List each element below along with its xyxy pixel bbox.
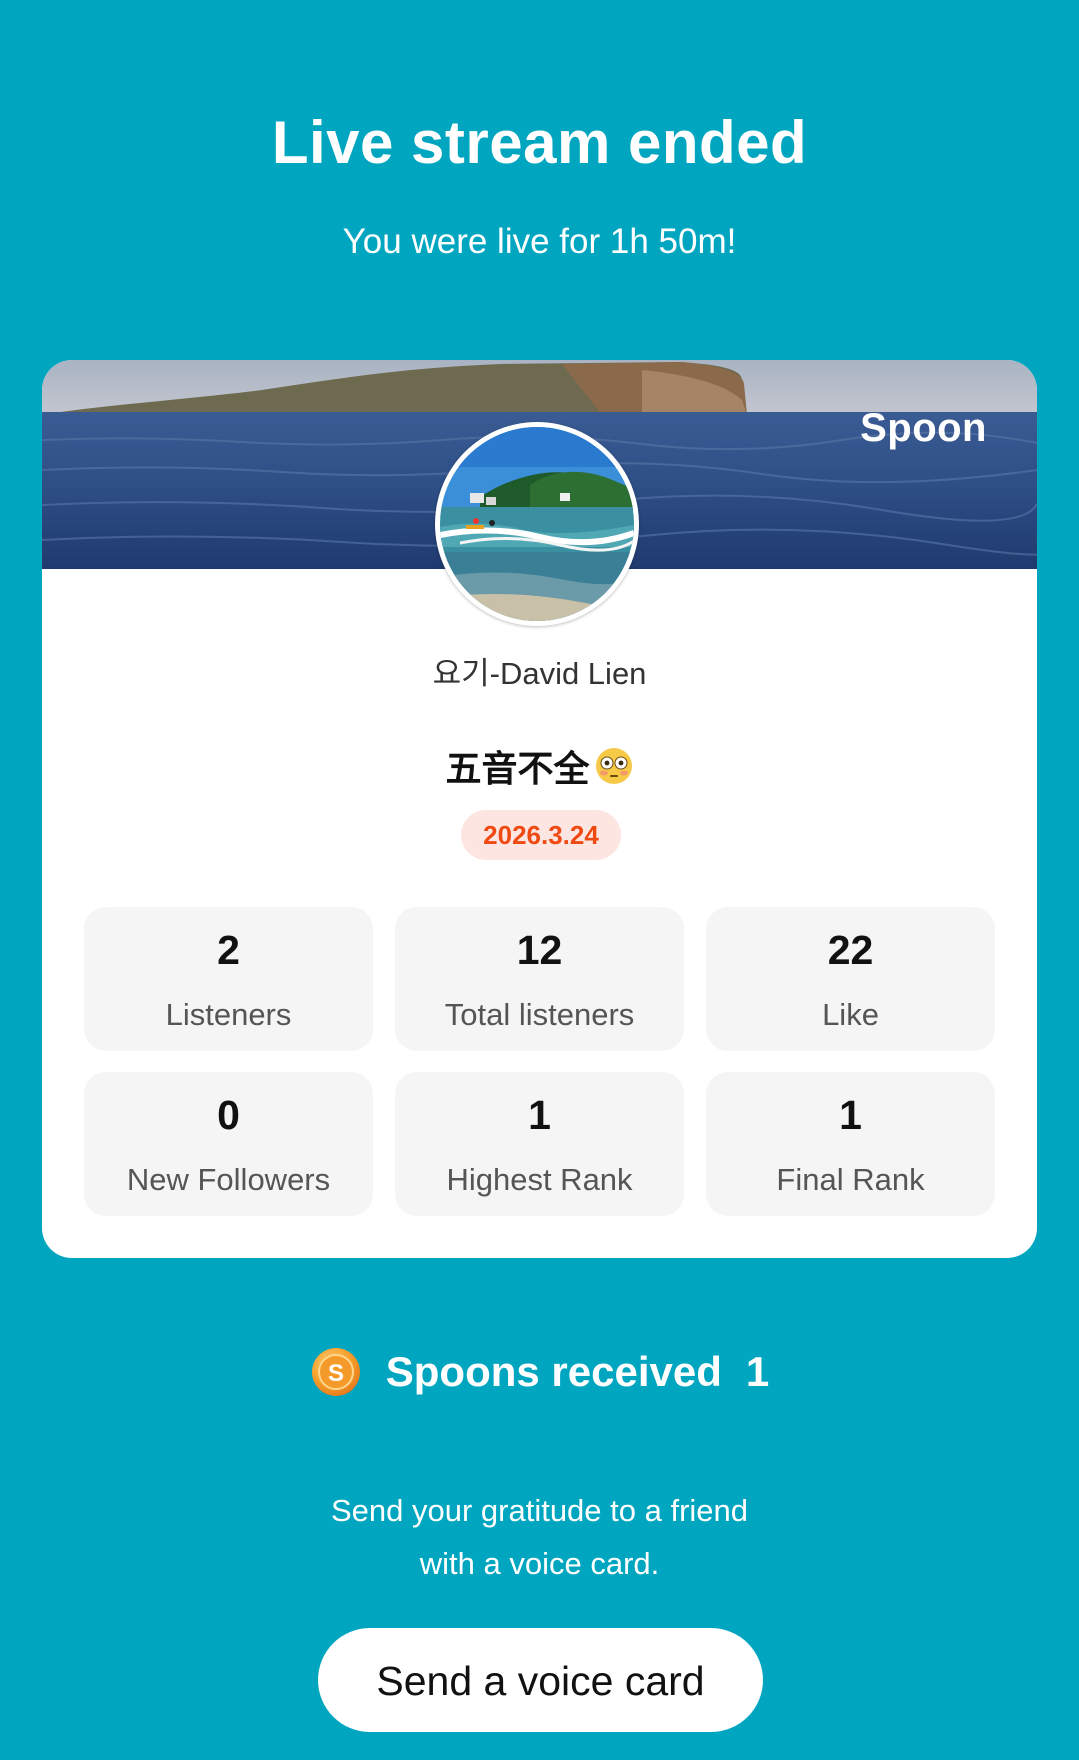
send-voice-card-button[interactable]: Send a voice card bbox=[318, 1628, 763, 1732]
spoons-received-label: Spoons received bbox=[385, 1348, 722, 1395]
stat-value: 2 bbox=[217, 927, 240, 973]
stream-title-text: 五音不全 bbox=[445, 748, 590, 789]
stat-label: Listeners bbox=[165, 997, 292, 1032]
page-title: Live stream ended bbox=[271, 109, 808, 176]
spoons-received-row: S Spoons received 1 bbox=[0, 1346, 1079, 1398]
stat-like: 22 Like bbox=[706, 907, 995, 1051]
flushed-face-emoji-icon bbox=[595, 748, 632, 784]
brand-logo: Spoon bbox=[860, 406, 987, 450]
stat-label: Total listeners bbox=[444, 997, 635, 1032]
gratitude-line-1: Send your gratitude to a friend bbox=[330, 1493, 749, 1528]
spoon-coin-icon: S bbox=[311, 1348, 360, 1396]
stream-title: 五音不全 bbox=[42, 740, 1037, 792]
stat-value: 12 bbox=[516, 927, 563, 973]
stat-total-listeners: 12 Total listeners bbox=[395, 907, 684, 1051]
stream-date-badge: 2026.3.24 bbox=[461, 810, 621, 860]
gratitude-line-2: with a voice card. bbox=[419, 1546, 660, 1581]
stream-summary-card: Spoon 요기-David Lien 五音不全 2026.3.24 2 Lis… bbox=[42, 360, 1037, 1258]
gratitude-message: Send your gratitude to a friend with a v… bbox=[0, 1484, 1079, 1590]
stat-value: 22 bbox=[827, 927, 874, 973]
avatar[interactable] bbox=[435, 422, 639, 626]
stat-final-rank: 1 Final Rank bbox=[706, 1072, 995, 1216]
stat-label: Like bbox=[822, 997, 879, 1032]
stat-listeners: 2 Listeners bbox=[84, 907, 373, 1051]
stat-label: Highest Rank bbox=[446, 1162, 633, 1197]
stats-grid: 2 Listeners 12 Total listeners 22 Like 0… bbox=[84, 907, 995, 1216]
stat-value: 1 bbox=[839, 1092, 862, 1138]
svg-text:S: S bbox=[328, 1360, 344, 1387]
stat-label: New Followers bbox=[126, 1162, 331, 1197]
live-duration-subtitle: You were live for 1h 50m! bbox=[342, 222, 737, 261]
host-nickname: 요기-David Lien bbox=[432, 656, 647, 691]
stat-label: Final Rank bbox=[776, 1162, 925, 1197]
stat-value: 1 bbox=[528, 1092, 551, 1138]
stat-value: 0 bbox=[217, 1092, 240, 1138]
stat-new-followers: 0 New Followers bbox=[84, 1072, 373, 1216]
stat-highest-rank: 1 Highest Rank bbox=[395, 1072, 684, 1216]
avatar-beach-photo bbox=[440, 427, 634, 621]
spoons-received-count: 1 bbox=[745, 1348, 770, 1395]
